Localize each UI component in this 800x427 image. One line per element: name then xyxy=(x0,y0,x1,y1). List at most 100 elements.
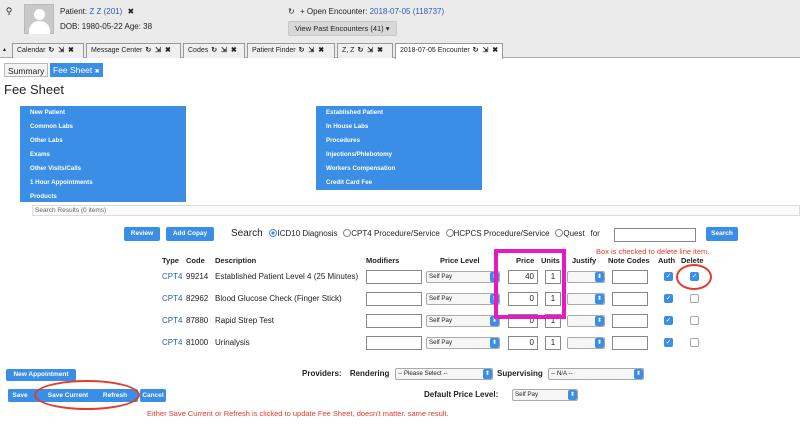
open-encounter-link[interactable]: 2018-07-05 (118737) xyxy=(370,7,445,16)
row-modifiers-input[interactable] xyxy=(366,292,422,306)
row-auth-checkbox[interactable]: ✓ xyxy=(664,338,673,347)
add-encounter-icon[interactable]: + xyxy=(300,7,305,16)
row-justify-select[interactable]: ⬍ xyxy=(567,271,605,283)
row-type-link[interactable]: CPT4 xyxy=(162,338,182,347)
tab-bar: ▴ Calendar ↻ ⇲ ✖ Message Center ↻ ⇲ ✖ Code… xyxy=(0,40,800,59)
refresh-icon[interactable]: ↻ xyxy=(288,7,295,16)
tab-controls-icon[interactable]: ↻ ⇲ ✖ xyxy=(211,47,238,54)
row-note-codes-input[interactable] xyxy=(612,336,648,350)
category-item[interactable]: Workers Compensation xyxy=(316,162,482,176)
row-auth-checkbox[interactable]: ✓ xyxy=(664,316,673,325)
patient-name-link[interactable]: Z Z (201) xyxy=(89,7,122,16)
row-type-link[interactable]: CPT4 xyxy=(162,316,182,325)
subtab-fee-sheet[interactable]: Fee Sheet ✖ xyxy=(50,63,103,77)
row-modifiers-input[interactable] xyxy=(366,314,422,328)
row-modifiers-input[interactable] xyxy=(366,270,422,284)
select-caret-icon: ⬍ xyxy=(483,369,492,379)
tab-controls-icon[interactable]: ↻ ⇲ ✖ xyxy=(357,47,384,54)
tab-controls-icon[interactable]: ↻ ⇲ ✖ xyxy=(299,47,326,54)
search-input[interactable] xyxy=(614,228,696,242)
row-price-level-select[interactable]: Self Pay ⬍ xyxy=(426,271,500,283)
row-price-level-select[interactable]: Self Pay ⬍ xyxy=(426,315,500,327)
col-note-codes: Note Codes xyxy=(608,256,650,265)
category-list-left: New Patient Common Labs Other Labs Exams… xyxy=(20,106,186,202)
supervising-select[interactable]: -- N/A -- ⬍ xyxy=(548,368,644,380)
tab-controls-icon[interactable]: ↻ ⇲ ✖ xyxy=(48,47,75,54)
row-justify-select[interactable]: ⬍ xyxy=(567,293,605,305)
row-delete-checkbox[interactable] xyxy=(690,316,699,325)
select-caret-icon: ⬍ xyxy=(595,316,604,326)
tab-codes[interactable]: Codes ↻ ⇲ ✖ xyxy=(183,43,245,58)
col-description: Description xyxy=(215,256,257,265)
category-item[interactable]: Other Labs xyxy=(20,134,186,148)
search-button[interactable]: Search xyxy=(706,227,738,241)
subtab-summary[interactable]: Summary xyxy=(4,63,49,77)
category-item[interactable]: Products xyxy=(20,190,186,204)
search-results-bar: Search Results (0 items) xyxy=(32,205,800,216)
radio-hcpcs[interactable] xyxy=(445,229,454,237)
row-note-codes-input[interactable] xyxy=(612,270,648,284)
row-code: 87880 xyxy=(186,316,209,325)
category-item[interactable]: New Patient xyxy=(20,106,186,120)
row-auth-checkbox[interactable]: ✓ xyxy=(664,294,673,303)
rendering-select[interactable]: -- Please Select -- ⬍ xyxy=(395,368,493,380)
tab-encounter[interactable]: 2018-07-05 Encounter ↻ ⇲ ✖ xyxy=(395,43,503,59)
row-justify-select[interactable]: ⬍ xyxy=(567,315,605,327)
category-item[interactable]: 1 Hour Appointments xyxy=(20,176,186,190)
category-item[interactable]: Credit Card Fee xyxy=(316,176,482,190)
default-price-level-label: Default Price Level: xyxy=(424,390,499,399)
search-icon[interactable]: ⚲ xyxy=(2,6,16,20)
tab-controls-icon[interactable]: ↻ ⇲ ✖ xyxy=(473,47,500,54)
col-type: Type xyxy=(162,256,179,265)
open-encounter-line: ↻ + Open Encounter: 2018-07-05 (118737) xyxy=(288,7,445,16)
row-price-input[interactable]: 0 xyxy=(508,336,538,350)
category-item[interactable]: Established Patient xyxy=(316,106,482,120)
tab-controls-icon[interactable]: ↻ ⇲ ✖ xyxy=(145,47,172,54)
row-delete-checkbox[interactable] xyxy=(690,294,699,303)
row-modifiers-input[interactable] xyxy=(366,336,422,350)
tab-calendar[interactable]: Calendar ↻ ⇲ ✖ xyxy=(12,43,84,58)
page-title: Fee Sheet xyxy=(4,82,64,97)
row-price-level-select[interactable]: Self Pay ⬍ xyxy=(426,337,500,349)
annotation-save-note: Either Save Current or Refresh is clicke… xyxy=(147,409,449,418)
row-justify-select[interactable]: ⬍ xyxy=(567,337,605,349)
tab-patient-zz[interactable]: Z, Z ↻ ⇲ ✖ xyxy=(337,43,393,58)
close-subtab-icon[interactable]: ✖ xyxy=(95,69,100,75)
tab-message-center[interactable]: Message Center ↻ ⇲ ✖ xyxy=(86,43,181,58)
select-caret-icon: ⬍ xyxy=(490,338,499,348)
select-caret-icon: ⬍ xyxy=(634,369,643,379)
row-note-codes-input[interactable] xyxy=(612,292,648,306)
select-caret-icon: ⬍ xyxy=(595,294,604,304)
row-delete-checkbox[interactable] xyxy=(690,338,699,347)
tab-patient-finder[interactable]: Patient Finder ↻ ⇲ ✖ xyxy=(247,43,335,58)
search-label: Search xyxy=(231,228,263,239)
row-auth-checkbox[interactable]: ✓ xyxy=(664,272,673,281)
row-code: 99214 xyxy=(186,272,209,281)
save-button[interactable]: Save xyxy=(8,389,32,402)
category-item[interactable]: Procedures xyxy=(316,134,482,148)
review-button[interactable]: Review xyxy=(124,227,160,241)
select-caret-icon: ⬍ xyxy=(595,272,604,282)
cancel-button[interactable]: Cancel xyxy=(140,389,166,402)
row-description: Rapid Strep Test xyxy=(215,316,274,325)
add-copay-button[interactable]: Add Copay xyxy=(166,227,214,241)
row-note-codes-input[interactable] xyxy=(612,314,648,328)
new-appointment-button[interactable]: New Appointment xyxy=(6,369,76,381)
category-item[interactable]: Other Visits/Calls xyxy=(20,162,186,176)
col-price-level: Price Level xyxy=(440,256,480,265)
category-list-right: Established Patient In House Labs Proced… xyxy=(316,106,482,190)
price-highlight-box xyxy=(494,249,566,319)
category-item[interactable]: In House Labs xyxy=(316,120,482,134)
row-type-link[interactable]: CPT4 xyxy=(162,272,182,281)
col-auth: Auth xyxy=(658,256,676,265)
view-past-encounters-button[interactable]: View Past Encounters (41) ▾ xyxy=(288,21,397,36)
row-price-level-select[interactable]: Self Pay ⬍ xyxy=(426,293,500,305)
default-price-level-select[interactable]: Self Pay ⬍ xyxy=(512,389,578,401)
collapse-tabs-icon[interactable]: ▴ xyxy=(3,46,6,53)
category-item[interactable]: Injections/Phlebotomy xyxy=(316,148,482,162)
row-units-input[interactable]: 1 xyxy=(545,336,561,350)
category-item[interactable]: Exams xyxy=(20,148,186,162)
category-item[interactable]: Common Labs xyxy=(20,120,186,134)
row-type-link[interactable]: CPT4 xyxy=(162,294,182,303)
close-patient-icon[interactable]: ✖ xyxy=(128,7,135,16)
